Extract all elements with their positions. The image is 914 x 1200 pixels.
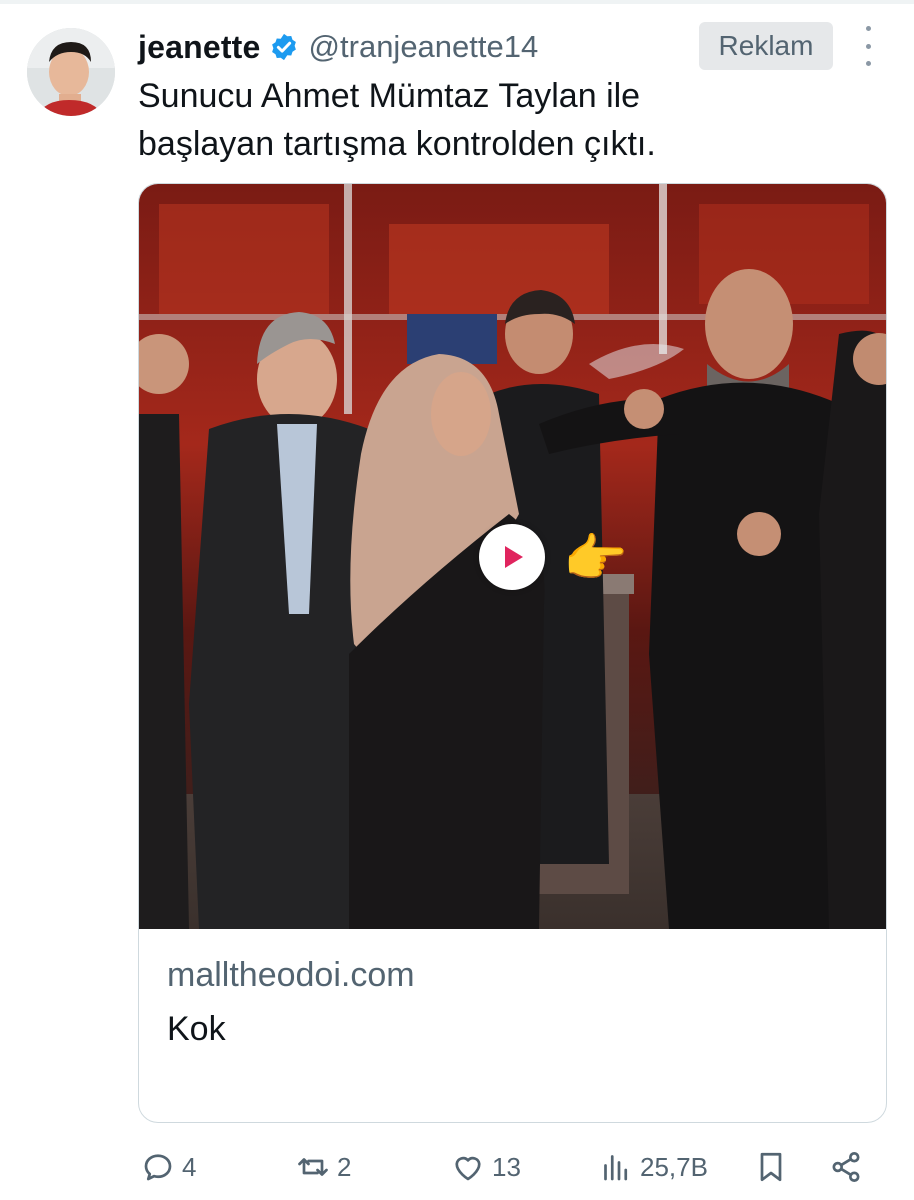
pointing-hand-icon: 👉 xyxy=(563,529,628,589)
reply-count: 4 xyxy=(182,1151,197,1182)
like-button[interactable]: 13 xyxy=(450,1145,521,1189)
retweet-count: 2 xyxy=(337,1151,352,1182)
play-icon[interactable] xyxy=(479,524,545,590)
views-count: 25,7B xyxy=(640,1151,708,1182)
retweet-icon xyxy=(298,1158,328,1176)
action-bar: 4 2 13 25,7B xyxy=(140,1145,880,1189)
top-divider xyxy=(0,0,914,4)
reply-button[interactable]: 4 xyxy=(140,1145,196,1189)
avatar[interactable] xyxy=(27,28,115,116)
card-domain[interactable]: malltheodoi.com xyxy=(167,956,415,995)
heart-icon xyxy=(455,1156,481,1181)
author-name[interactable]: jeanette xyxy=(138,29,261,66)
like-count: 13 xyxy=(492,1151,521,1182)
reply-icon xyxy=(144,1154,172,1181)
play-triangle-icon xyxy=(505,546,523,568)
tweet-text-line: Sunucu Ahmet Mümtaz Taylan ile xyxy=(138,77,641,115)
tweet-text-line: başlayan tartışma kontrolden çıktı. xyxy=(138,125,656,163)
more-options-icon[interactable] xyxy=(856,26,880,66)
bookmark-icon xyxy=(760,1152,782,1182)
card-title[interactable]: Kok xyxy=(167,1010,226,1049)
author-handle[interactable]: @tranjeanette14 xyxy=(309,29,539,65)
views-button[interactable]: 25,7B xyxy=(598,1145,708,1189)
bookmark-button[interactable] xyxy=(753,1145,789,1189)
avatar-image xyxy=(27,28,115,116)
tweet-header: jeanette @tranjeanette14 xyxy=(138,22,538,72)
views-chart-icon xyxy=(604,1155,628,1181)
share-button[interactable] xyxy=(828,1145,864,1189)
link-card[interactable]: 👉 malltheodoi.com Kok xyxy=(138,183,887,1123)
tweet-text: Sunucu Ahmet Mümtaz Taylan ile başlayan … xyxy=(138,72,868,168)
retweet-button[interactable]: 2 xyxy=(295,1145,351,1189)
card-media[interactable]: 👉 xyxy=(139,184,886,929)
share-icon xyxy=(832,1152,860,1182)
ad-badge: Reklam xyxy=(699,22,833,70)
verified-badge-icon xyxy=(271,33,296,61)
